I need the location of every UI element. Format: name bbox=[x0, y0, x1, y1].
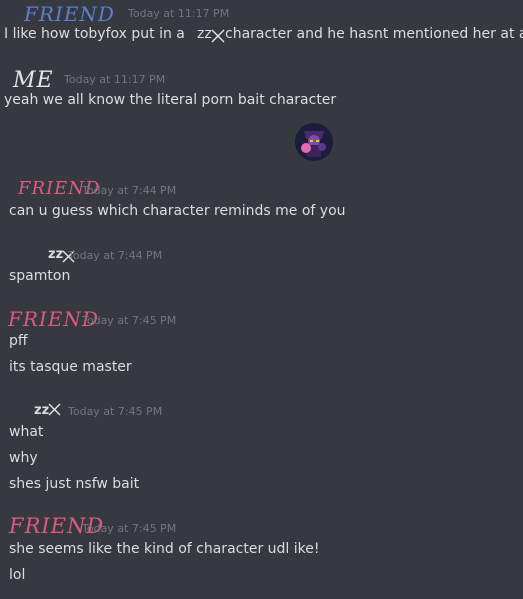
message-text: spamton bbox=[9, 268, 71, 284]
message-text: shes just nsfw bait bbox=[9, 476, 140, 492]
message-text: lol bbox=[9, 567, 26, 583]
message-text: character and he hasnt mentioned her at … bbox=[225, 26, 523, 42]
message-timestamp: Today at 7:44 PM bbox=[82, 184, 177, 197]
cross-scribble-icon bbox=[48, 403, 61, 416]
cross-scribble-icon bbox=[211, 29, 225, 43]
message-text: what bbox=[9, 424, 44, 440]
message-text: she seems like the kind of character udl… bbox=[9, 541, 320, 557]
author-name-zz[interactable]: zz bbox=[34, 403, 49, 418]
message-timestamp: Today at 7:45 PM bbox=[68, 405, 163, 418]
redacted-name: zz bbox=[197, 26, 212, 42]
message-text: can u guess which character reminds me o… bbox=[9, 203, 346, 219]
message-text: I like how tobyfox put in a bbox=[4, 26, 185, 42]
author-name-me[interactable]: ME bbox=[13, 68, 54, 93]
message-text: its tasque master bbox=[9, 359, 132, 375]
author-name-friend[interactable]: FRIEND bbox=[24, 2, 115, 26]
author-name-zz[interactable]: zz bbox=[48, 247, 63, 262]
message-timestamp: Today at 7:45 PM bbox=[82, 314, 177, 327]
message-timestamp: Today at 7:44 PM bbox=[68, 249, 163, 262]
message-timestamp: Today at 11:17 PM bbox=[64, 73, 166, 86]
message-text: why bbox=[9, 450, 38, 466]
message-timestamp: Today at 7:45 PM bbox=[82, 522, 177, 535]
avatar-image bbox=[295, 123, 333, 161]
character-avatar-icon[interactable] bbox=[295, 123, 333, 161]
message-text: pff bbox=[9, 333, 28, 349]
message-timestamp: Today at 11:17 PM bbox=[128, 7, 230, 20]
message-text: yeah we all know the literal porn bait c… bbox=[4, 92, 337, 108]
